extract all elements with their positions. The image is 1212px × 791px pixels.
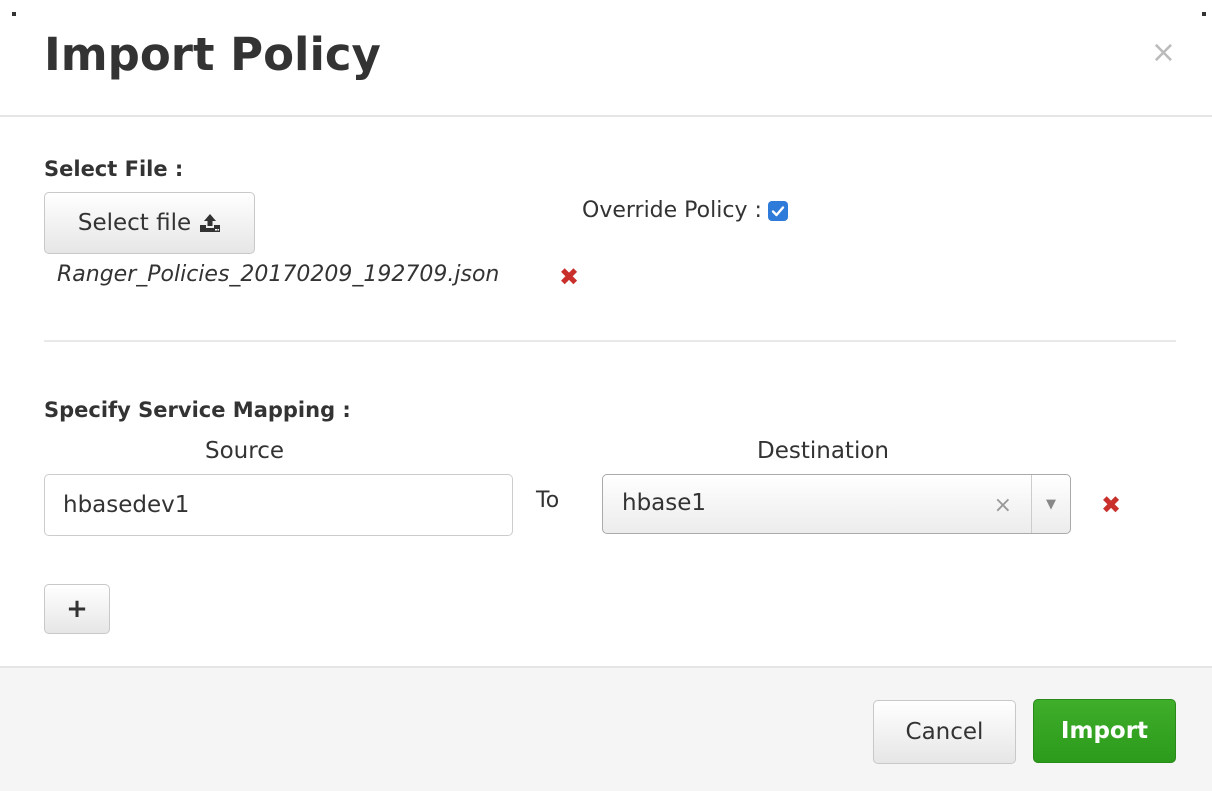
destination-service-select[interactable]: hbase1 × ▼ [602, 474, 1071, 534]
checkmark-icon [771, 205, 785, 216]
source-service-input[interactable] [44, 474, 513, 536]
dropdown-arrow-icon[interactable]: ▼ [1031, 475, 1070, 533]
modal-title: Import Policy [44, 28, 381, 81]
clear-selection-icon[interactable]: × [994, 493, 1012, 518]
select-file-label: Select File : [44, 157, 184, 181]
section-divider [44, 340, 1176, 342]
override-policy-label: Override Policy : [582, 198, 762, 223]
add-mapping-button[interactable]: + [44, 584, 110, 634]
override-policy-checkbox[interactable] [767, 200, 788, 221]
close-icon[interactable]: × [1151, 38, 1176, 68]
modal-header: Import Policy × [0, 0, 1212, 117]
modal-footer [0, 666, 1212, 791]
override-policy: Override Policy : [582, 198, 788, 223]
upload-icon [199, 213, 221, 233]
select-file-button-label: Select file [77, 210, 192, 236]
import-button[interactable]: Import [1033, 699, 1176, 763]
cancel-button[interactable]: Cancel [873, 700, 1016, 764]
destination-selected-value: hbase1 [622, 490, 707, 516]
destination-column-header: Destination [757, 438, 889, 464]
select-file-button[interactable]: Select file [44, 192, 255, 254]
to-label: To [536, 488, 560, 513]
remove-mapping-icon[interactable]: ✖ [1101, 493, 1121, 517]
remove-file-icon[interactable]: ✖ [559, 265, 579, 289]
service-mapping-label: Specify Service Mapping : [44, 398, 351, 422]
selected-filename: Ranger_Policies_20170209_192709.json [57, 262, 500, 287]
source-column-header: Source [205, 438, 284, 464]
